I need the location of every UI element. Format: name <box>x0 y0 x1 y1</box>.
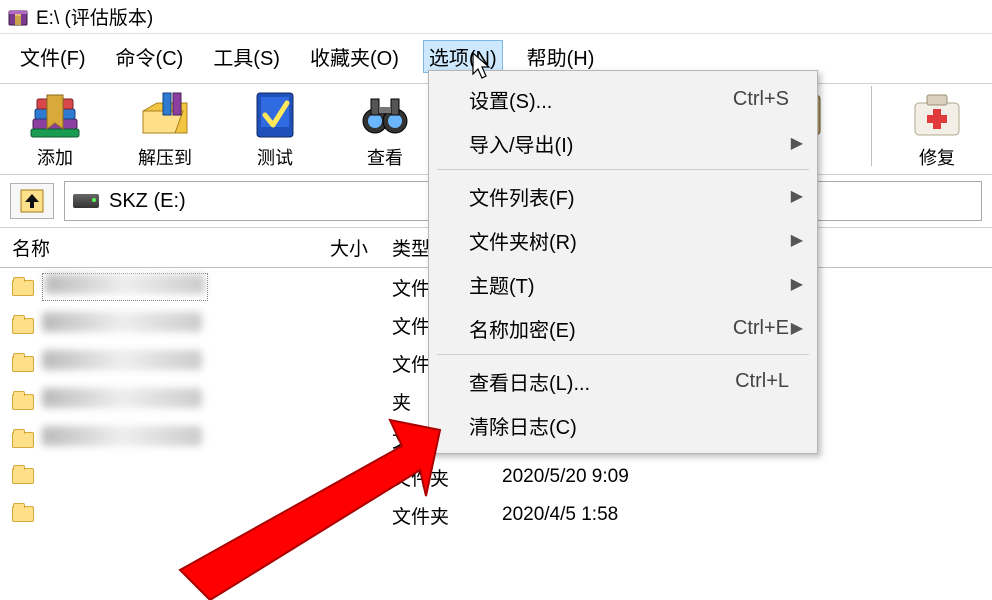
tool-label: 测试 <box>257 144 293 170</box>
up-arrow-icon <box>19 188 45 214</box>
menu-separator <box>437 169 809 170</box>
folder-icon <box>12 506 34 522</box>
menu-options[interactable]: 选项(N) <box>423 40 503 73</box>
menu-theme[interactable]: 主题(T) ▶ <box>429 262 817 306</box>
menu-shortcut: Ctrl+L <box>735 370 789 393</box>
menu-file-list[interactable]: 文件列表(F) ▶ <box>429 174 817 218</box>
tool-extract[interactable]: 解压到 <box>130 86 200 170</box>
menu-label: 导入/导出(I) <box>469 129 799 158</box>
menu-help[interactable]: 帮助(H) <box>521 40 601 73</box>
tool-label: 查看 <box>367 144 403 170</box>
submenu-arrow-icon: ▶ <box>791 318 803 338</box>
books-stack-icon <box>24 86 86 144</box>
tool-label: 修复 <box>919 144 955 170</box>
folder-icon <box>12 318 34 334</box>
app-icon <box>6 5 30 29</box>
binoculars-icon <box>354 86 416 144</box>
titlebar: E:\ (评估版本) <box>0 0 992 34</box>
cell-type: 文件夹 <box>380 502 490 529</box>
menu-label: 文件夹树(R) <box>469 226 799 255</box>
menu-favorites[interactable]: 收藏夹(O) <box>304 40 405 73</box>
folder-icon <box>12 356 34 372</box>
table-row[interactable]: 文件夹 2020/5/20 9:09 <box>0 458 992 496</box>
redacted-name <box>42 312 202 332</box>
menu-shortcut: Ctrl+S <box>733 88 789 111</box>
submenu-arrow-icon: ▶ <box>791 274 803 294</box>
menu-tools[interactable]: 工具(S) <box>207 40 286 73</box>
up-button[interactable] <box>10 183 54 219</box>
tool-add[interactable]: 添加 <box>20 86 90 170</box>
tool-label: 添加 <box>37 144 73 170</box>
menu-name-encrypt[interactable]: 名称加密(E) Ctrl+E ▶ <box>429 306 817 350</box>
menu-separator <box>437 354 809 355</box>
menu-settings[interactable]: 设置(S)... Ctrl+S <box>429 77 817 121</box>
drive-icon <box>73 194 99 208</box>
menu-view-log[interactable]: 查看日志(L)... Ctrl+L <box>429 359 817 403</box>
cell-type: 文件夹 <box>380 464 490 491</box>
col-name[interactable]: 名称 <box>0 234 300 261</box>
redacted-name <box>42 350 202 370</box>
cell-date: 2020/5/20 9:09 <box>490 466 690 488</box>
redacted-name <box>45 274 205 294</box>
submenu-arrow-icon: ▶ <box>791 133 803 153</box>
submenu-arrow-icon: ▶ <box>791 230 803 250</box>
check-document-icon <box>244 86 306 144</box>
window-title: E:\ (评估版本) <box>36 3 153 30</box>
redacted-name <box>42 388 202 408</box>
tool-repair[interactable]: 修复 <box>902 86 972 170</box>
open-folder-books-icon <box>134 86 196 144</box>
tool-test[interactable]: 测试 <box>240 86 310 170</box>
menu-label: 清除日志(C) <box>469 411 799 440</box>
menu-import-export[interactable]: 导入/导出(I) ▶ <box>429 121 817 165</box>
path-text: SKZ (E:) <box>109 190 186 213</box>
folder-icon <box>12 280 34 296</box>
folder-icon <box>12 394 34 410</box>
tool-label: 解压到 <box>138 144 192 170</box>
menu-label: 主题(T) <box>469 270 799 299</box>
menu-file[interactable]: 文件(F) <box>14 40 92 73</box>
table-row[interactable]: 文件夹 2020/4/5 1:58 <box>0 496 992 534</box>
submenu-arrow-icon: ▶ <box>791 186 803 206</box>
toolbar-separator <box>871 86 872 166</box>
menu-command[interactable]: 命令(C) <box>110 40 190 73</box>
menu-clear-log[interactable]: 清除日志(C) <box>429 403 817 447</box>
menu-label: 文件列表(F) <box>469 182 799 211</box>
tool-view[interactable]: 查看 <box>350 86 420 170</box>
menu-folder-tree[interactable]: 文件夹树(R) ▶ <box>429 218 817 262</box>
folder-icon <box>12 468 34 484</box>
menu-label: 查看日志(L)... <box>469 367 735 396</box>
col-size[interactable]: 大小 <box>300 234 380 261</box>
menu-shortcut: Ctrl+E <box>733 317 789 340</box>
cell-date: 2020/4/5 1:58 <box>490 504 690 526</box>
menu-label: 设置(S)... <box>469 85 733 114</box>
redacted-name <box>42 426 202 446</box>
first-aid-icon <box>906 86 968 144</box>
menu-label: 名称加密(E) <box>469 314 733 343</box>
options-dropdown: 设置(S)... Ctrl+S 导入/导出(I) ▶ 文件列表(F) ▶ 文件夹… <box>428 70 818 454</box>
folder-icon <box>12 432 34 448</box>
